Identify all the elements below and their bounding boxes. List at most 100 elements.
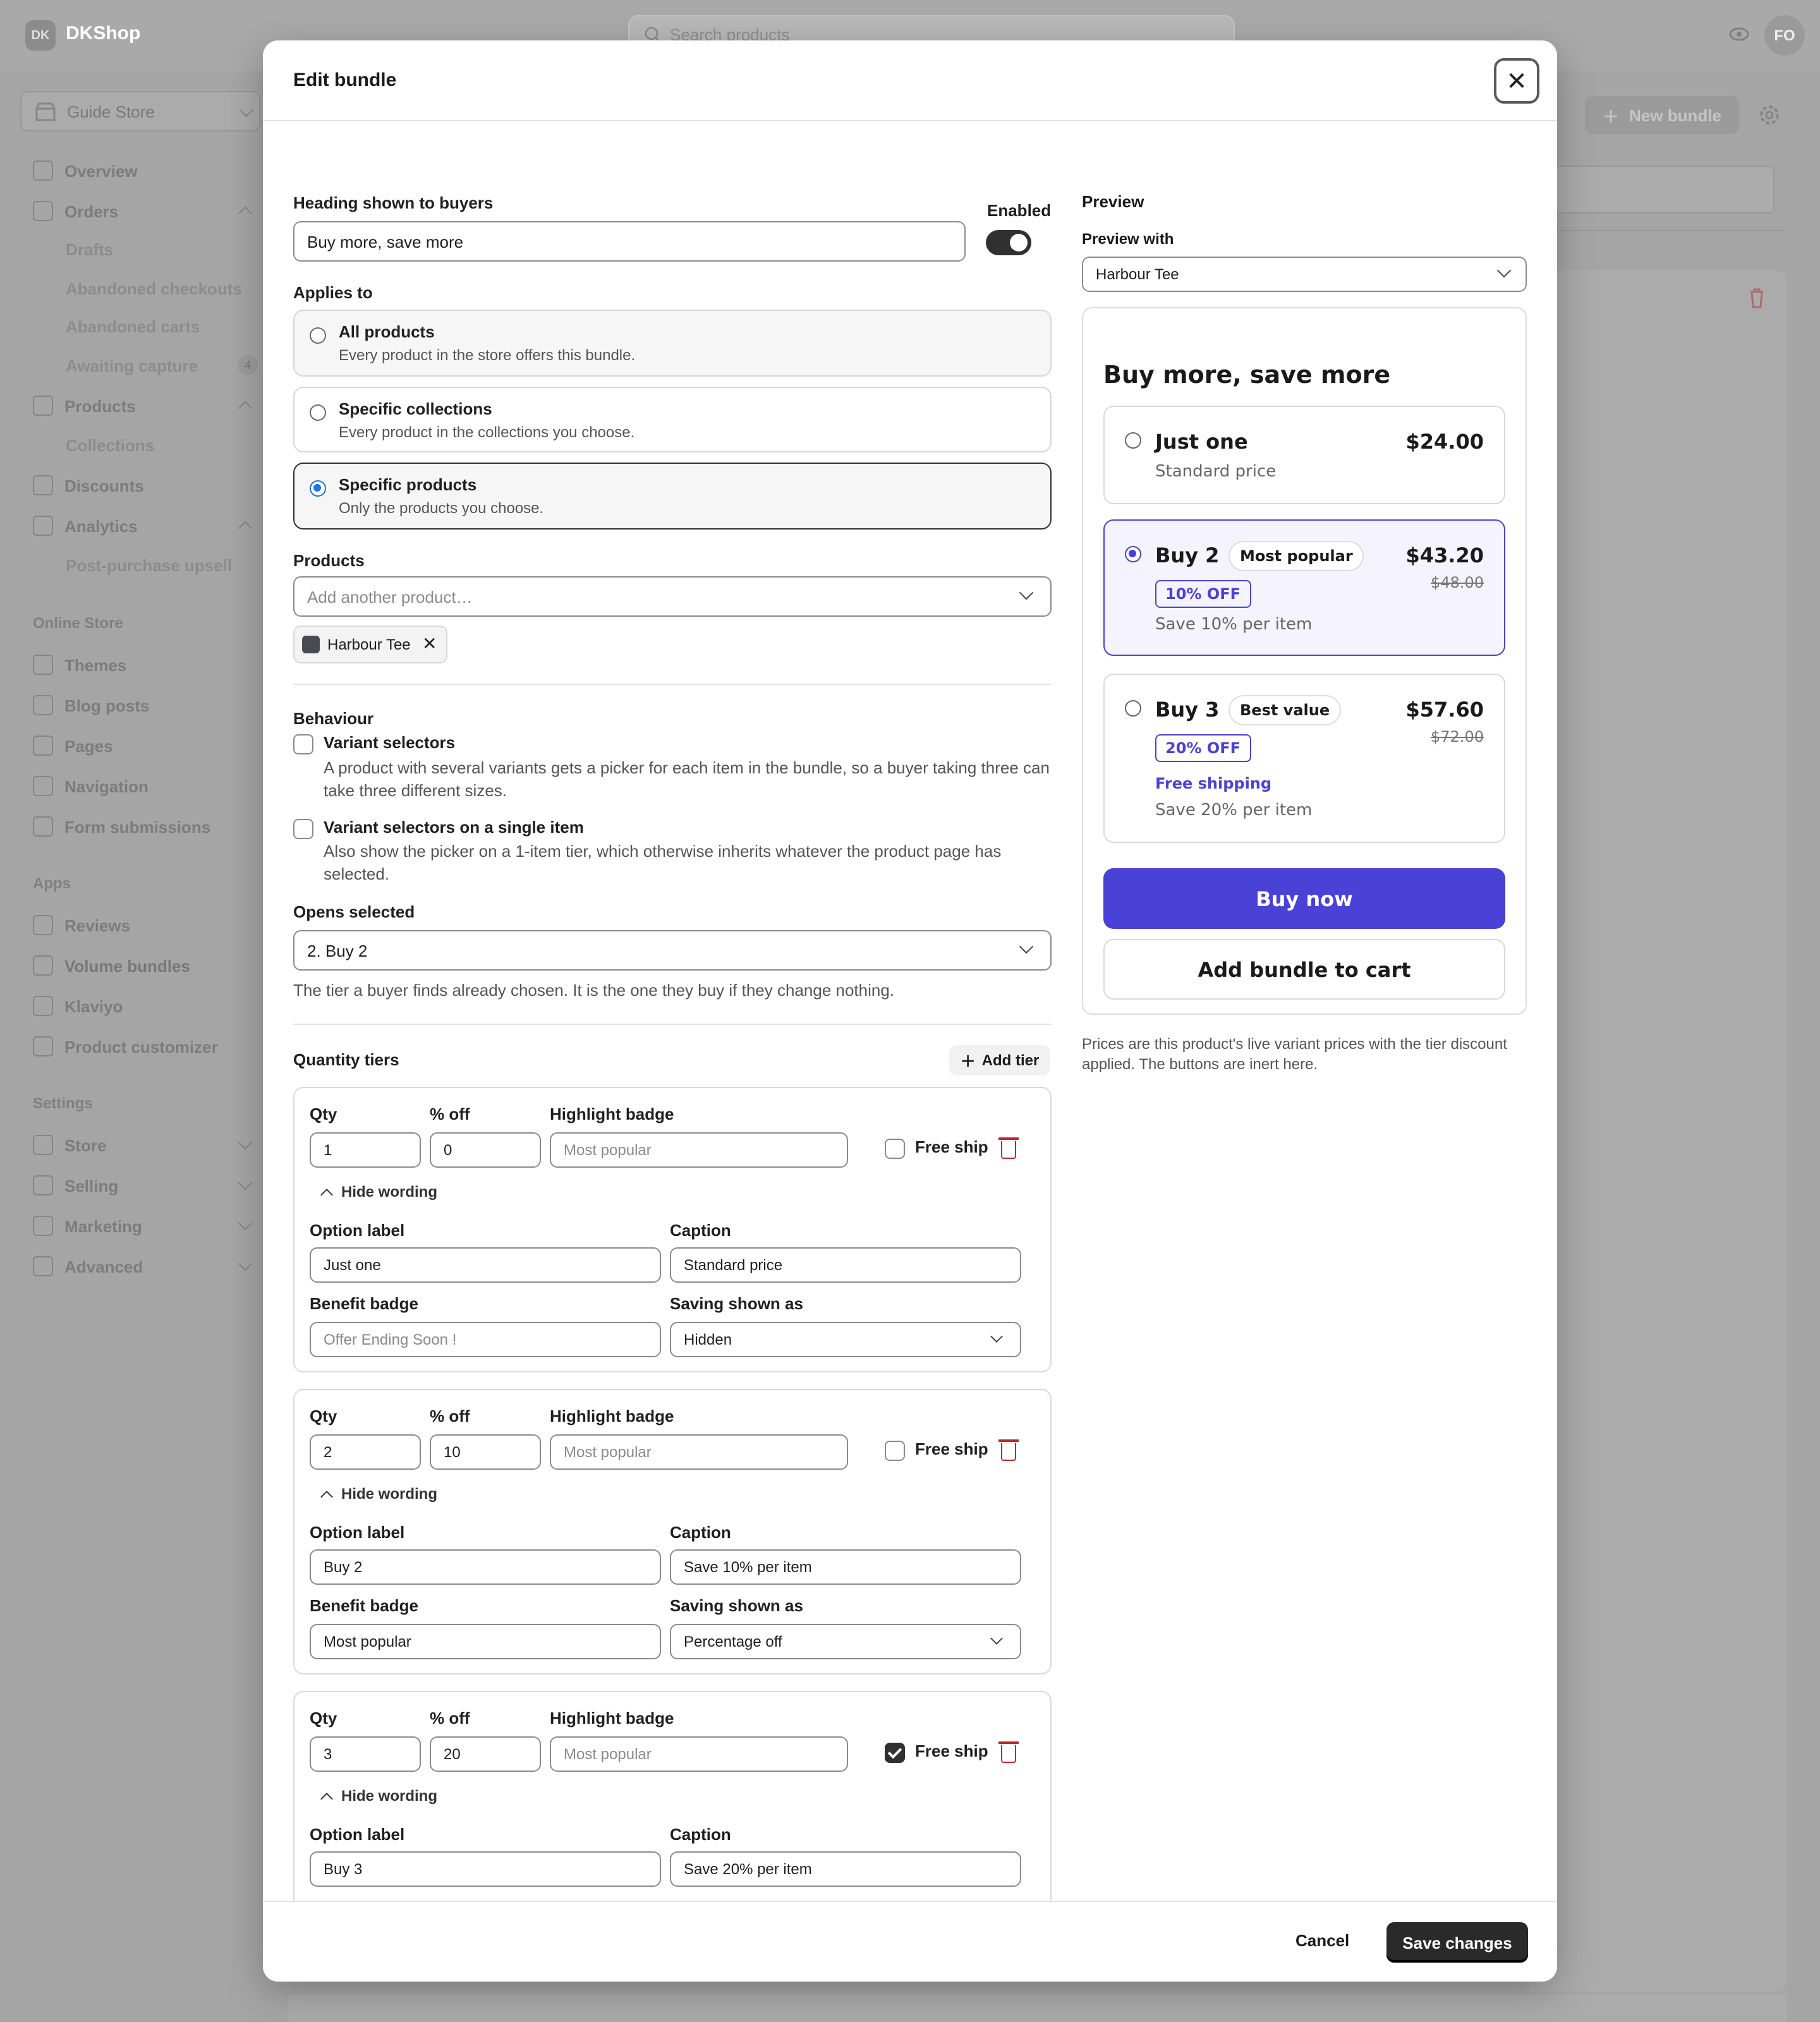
- add-bundle-to-cart-button[interactable]: Add bundle to cart: [1103, 939, 1505, 1000]
- sidebar-item-volume-bundles[interactable]: Volume bundles: [33, 955, 190, 976]
- hide-wording-toggle[interactable]: Hide wording: [320, 1183, 437, 1201]
- sidebar-item-advanced[interactable]: Advanced: [33, 1256, 143, 1276]
- option-label-label: Option label: [310, 1825, 405, 1844]
- heading-input[interactable]: Buy more, save more: [293, 221, 966, 262]
- user-avatar[interactable]: FO: [1764, 15, 1805, 56]
- sidebar-subitem-post-purchase-upsell[interactable]: Post-purchase upsell: [66, 556, 232, 575]
- product-search-input[interactable]: Add another product…: [293, 576, 1052, 617]
- variant-single-checkbox[interactable]: [293, 819, 313, 839]
- gear-icon[interactable]: [1758, 104, 1781, 126]
- benefit-badge-input[interactable]: Most popular: [310, 1624, 661, 1659]
- sidebar-item-themes[interactable]: Themes: [33, 655, 126, 675]
- preview-radio[interactable]: [1125, 700, 1141, 717]
- app-name: DKShop: [66, 23, 141, 44]
- radio-all-products[interactable]: [310, 327, 326, 344]
- sidebar-item-selling[interactable]: Selling: [33, 1175, 118, 1196]
- sidebar-item-label: Blog posts: [64, 696, 150, 715]
- product-chip-label: Harbour Tee: [327, 636, 411, 653]
- applies-all-products[interactable]: All products Every product in the store …: [293, 310, 1052, 377]
- sidebar-item-label: Form submissions: [64, 817, 211, 836]
- highlight-badge-input[interactable]: Most popular: [550, 1132, 848, 1168]
- sidebar-item-discounts[interactable]: Discounts: [33, 475, 144, 495]
- sidebar-item-overview[interactable]: Overview: [33, 160, 138, 181]
- sidebar-subitem-drafts[interactable]: Drafts: [66, 240, 113, 259]
- enabled-toggle[interactable]: [986, 230, 1031, 255]
- sidebar-item-blog-posts[interactable]: Blog posts: [33, 695, 149, 715]
- sidebar-item-orders[interactable]: Orders: [33, 201, 118, 221]
- store-selector[interactable]: Guide Store: [20, 91, 260, 131]
- preview-eye-icon[interactable]: [1729, 27, 1749, 42]
- qty-input[interactable]: 3: [310, 1736, 421, 1772]
- opens-selected-select[interactable]: 2. Buy 2: [293, 930, 1052, 971]
- sidebar-item-navigation[interactable]: Navigation: [33, 776, 149, 796]
- sidebar-subitem-abandoned-carts[interactable]: Abandoned carts: [66, 317, 200, 336]
- add-tier-button[interactable]: ＋ Add tier: [949, 1045, 1050, 1075]
- close-button[interactable]: ✕: [1494, 58, 1539, 104]
- qty-input[interactable]: 1: [310, 1132, 421, 1168]
- sidebar-item-analytics[interactable]: Analytics: [33, 516, 138, 536]
- plus-icon: ＋: [960, 1052, 976, 1070]
- highlight-badge-input[interactable]: Most popular: [550, 1736, 848, 1772]
- pct-off-input[interactable]: 20: [430, 1736, 541, 1772]
- sidebar-subitem-awaiting-capture[interactable]: Awaiting capture: [66, 356, 198, 375]
- preview-option-3[interactable]: Buy 3 Best value $57.60 $72.00 20% OFF F…: [1103, 674, 1505, 843]
- sidebar-item-reviews[interactable]: Reviews: [33, 915, 130, 935]
- option-label-input[interactable]: Buy 3: [310, 1851, 661, 1887]
- count-badge: 4: [238, 355, 258, 375]
- opens-selected-help: The tier a buyer finds already chosen. I…: [293, 981, 895, 1000]
- volume-bundles-icon: [33, 955, 53, 976]
- caption-input[interactable]: Save 20% per item: [670, 1851, 1021, 1887]
- preview-option-1[interactable]: Just one $24.00 Standard price: [1103, 406, 1505, 504]
- sidebar-subitem-collections[interactable]: Collections: [66, 436, 154, 455]
- radio-specific-products[interactable]: [310, 480, 326, 497]
- hide-wording-toggle[interactable]: Hide wording: [320, 1787, 437, 1805]
- option-label-input[interactable]: Just one: [310, 1247, 661, 1283]
- preview-heading: Buy more, save more: [1103, 361, 1391, 389]
- variant-selectors-checkbox[interactable]: [293, 734, 313, 754]
- sidebar-item-marketing[interactable]: Marketing: [33, 1216, 142, 1236]
- themes-icon: [33, 655, 53, 675]
- free-ship-checkbox[interactable]: [885, 1441, 905, 1461]
- pct-off-input[interactable]: 10: [430, 1434, 541, 1470]
- hide-wording-toggle[interactable]: Hide wording: [320, 1485, 437, 1503]
- caption-input[interactable]: Save 10% per item: [670, 1549, 1021, 1585]
- highlight-badge-input[interactable]: Most popular: [550, 1434, 848, 1470]
- delete-icon[interactable]: [1749, 288, 1764, 308]
- sidebar-item-products[interactable]: Products: [33, 396, 136, 416]
- free-ship-checkbox[interactable]: [885, 1743, 905, 1763]
- preview-radio[interactable]: [1125, 432, 1141, 449]
- radio-specific-collections[interactable]: [310, 404, 326, 421]
- free-ship-checkbox[interactable]: [885, 1139, 905, 1159]
- buy-now-button[interactable]: Buy now: [1103, 868, 1505, 929]
- pct-off-input[interactable]: 0: [430, 1132, 541, 1168]
- overview-icon: [33, 160, 53, 181]
- trash-icon[interactable]: [998, 1741, 1019, 1763]
- preview-option-label: Buy 3: [1155, 698, 1220, 722]
- sidebar-item-klaviyo[interactable]: Klaviyo: [33, 996, 123, 1016]
- sidebar-item-product-customizer[interactable]: Product customizer: [33, 1036, 218, 1056]
- sidebar-item-store[interactable]: Store: [33, 1135, 106, 1155]
- option-label-input[interactable]: Buy 2: [310, 1549, 661, 1585]
- qty-input[interactable]: 2: [310, 1434, 421, 1470]
- benefit-badge-input[interactable]: Offer Ending Soon !: [310, 1322, 661, 1357]
- trash-icon[interactable]: [998, 1439, 1019, 1461]
- sidebar-item-form-submissions[interactable]: Form submissions: [33, 816, 210, 837]
- preview-product-select[interactable]: Harbour Tee: [1082, 257, 1527, 292]
- preview-option-2[interactable]: Buy 2 Most popular $43.20 $48.00 10% OFF…: [1103, 519, 1505, 656]
- free-ship-label: Free ship: [915, 1741, 988, 1760]
- saving-shown-as-select[interactable]: Percentage off: [670, 1624, 1021, 1659]
- cancel-button[interactable]: Cancel: [1295, 1931, 1349, 1950]
- preview-radio[interactable]: [1125, 546, 1141, 562]
- caption-input[interactable]: Standard price: [670, 1247, 1021, 1283]
- new-bundle-button[interactable]: ＋ New bundle: [1585, 96, 1739, 134]
- preview-option-caption: Save 20% per item: [1155, 801, 1313, 820]
- sidebar-item-pages[interactable]: Pages: [33, 736, 113, 756]
- pct-off-label: % off: [430, 1407, 470, 1426]
- sidebar-subitem-abandoned-checkouts[interactable]: Abandoned checkouts: [66, 279, 242, 298]
- trash-icon[interactable]: [998, 1137, 1019, 1159]
- remove-product-icon[interactable]: ✕: [422, 633, 437, 655]
- save-changes-button[interactable]: Save changes: [1386, 1922, 1528, 1963]
- saving-shown-as-select[interactable]: Hidden: [670, 1322, 1021, 1357]
- applies-specific-collections[interactable]: Specific collections Every product in th…: [293, 387, 1052, 452]
- applies-specific-products[interactable]: Specific products Only the products you …: [293, 463, 1052, 530]
